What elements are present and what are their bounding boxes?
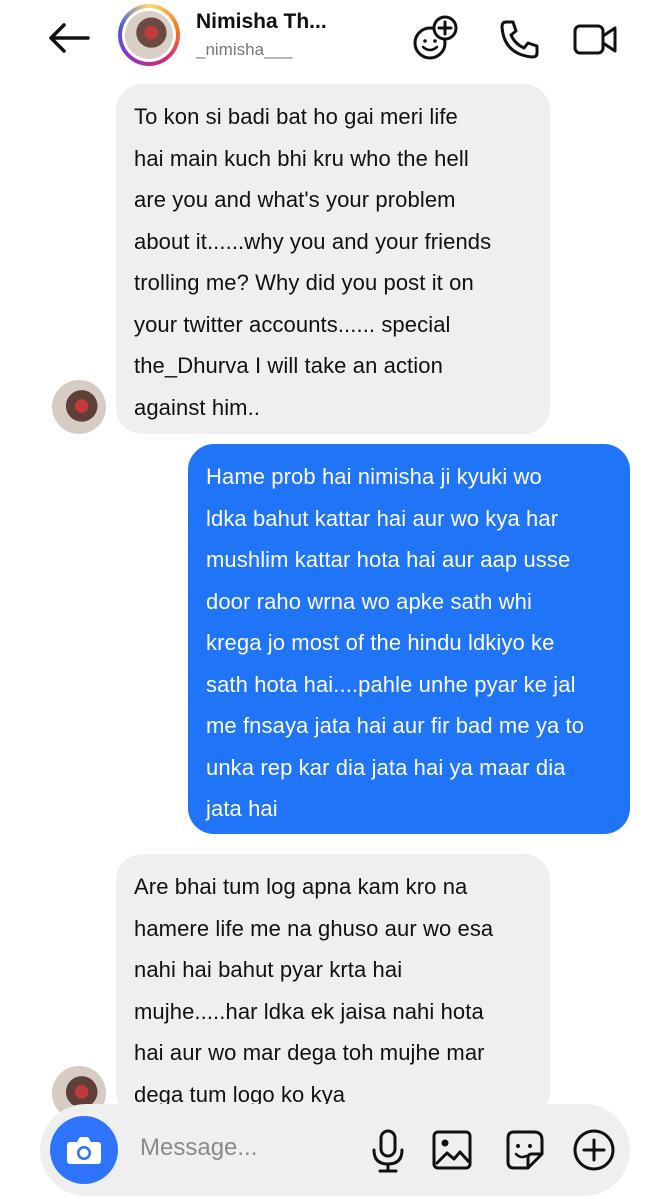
message-line: me fnsaya jata hai aur fir bad me ya to <box>206 713 585 738</box>
message-line: against him.. <box>134 394 261 420</box>
add-icon[interactable] <box>570 1126 618 1174</box>
message-line: the_Dhurva I will take an action <box>134 353 443 378</box>
message-bubble-outgoing[interactable]: Hame prob hai nimisha ji kyuki wo ldka b… <box>188 444 630 834</box>
chat-header: Nimisha Th... _nimisha___ <box>0 0 655 80</box>
profile-avatar[interactable] <box>118 4 180 66</box>
contact-name[interactable]: Nimisha Th... <box>196 10 327 34</box>
message-input[interactable]: Message... <box>140 1134 257 1162</box>
message-line: Are bhai tum log apna kam kro na <box>134 874 468 899</box>
message-composer[interactable]: Message... <box>40 1104 630 1196</box>
message-bubble-incoming[interactable]: To kon si badi bat ho gai meri life hai … <box>116 84 550 434</box>
message-line: nahi hai bahut pyar krta hai <box>134 957 403 982</box>
message-line: your twitter accounts...... special <box>134 311 451 337</box>
message-line: Hame prob hai nimisha ji kyuki wo <box>206 464 542 489</box>
message-line: hamere life me na ghuso aur wo esa <box>134 915 494 941</box>
gallery-icon[interactable] <box>428 1126 476 1174</box>
add-effect-icon[interactable] <box>410 14 460 64</box>
back-arrow-icon[interactable] <box>44 18 94 58</box>
contact-username[interactable]: _nimisha___ <box>196 40 292 60</box>
message-line: sath hota hai....pahle unhe pyar ke jal <box>206 671 576 697</box>
camera-icon <box>67 1137 101 1164</box>
message-line: jata hai <box>206 796 278 821</box>
sender-avatar[interactable] <box>52 380 106 434</box>
message-line: mushlim kattar hota hai aur aap usse <box>206 547 571 572</box>
message-line: hai main kuch bhi kru who the hell <box>134 145 469 171</box>
video-camera-icon[interactable] <box>570 14 620 64</box>
message-line: unka rep kar dia jata hai ya maar dia <box>206 754 566 780</box>
message-line: ldka bahut kattar hai aur wo kya har <box>206 505 559 531</box>
message-line: are you and what's your problem <box>134 187 456 212</box>
sticker-icon[interactable] <box>500 1126 548 1174</box>
message-line: hai aur wo mar dega toh mujhe mar <box>134 1040 485 1065</box>
message-line: krega jo most of the hindu ldkiyo ke <box>206 630 555 655</box>
message-bubble-incoming[interactable]: Are bhai tum log apna kam kro na hamere … <box>116 854 550 1118</box>
message-line: mujhe.....har ldka ek jaisa nahi hota <box>134 998 484 1024</box>
profile-photo <box>125 11 173 59</box>
phone-icon[interactable] <box>494 14 544 64</box>
camera-button[interactable] <box>50 1116 118 1184</box>
microphone-icon[interactable] <box>364 1126 412 1174</box>
message-line: trolling me? Why did you post it on <box>134 270 474 295</box>
message-line: about it......why you and your friends <box>134 228 492 254</box>
message-line: door raho wrna wo apke sath whi <box>206 588 532 614</box>
message-line: To kon si badi bat ho gai meri life <box>134 104 458 129</box>
